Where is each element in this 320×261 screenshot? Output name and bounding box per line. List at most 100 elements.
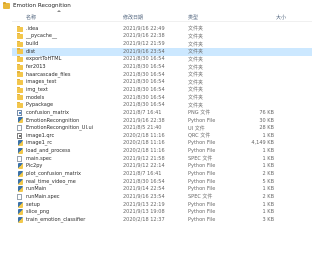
qrc-file-icon — [17, 132, 22, 139]
file-name: slice_png — [26, 209, 50, 216]
file-name: confusion_matrix — [26, 109, 69, 116]
file-row[interactable]: real_time_video_me 2021/8/30 16:54 Python … — [12, 178, 312, 186]
file-row[interactable]: image1.qrc 2020/2/18 11:16 QRC 文件 1 KB — [12, 132, 312, 140]
folder-icon — [17, 40, 23, 47]
file-row[interactable]: setup 2021/9/13 22:19 Python File 1 KB — [12, 201, 312, 209]
file-name: EmotionRecongnition — [26, 117, 80, 124]
python-file-icon — [17, 186, 23, 193]
file-type: 文件夹 — [188, 87, 204, 94]
file-type: 文件夹 — [188, 72, 204, 79]
folder-icon — [3, 1, 10, 9]
folder-row[interactable]: Pypackage 2021/8/30 16:54 文件夹 — [12, 101, 312, 109]
file-list: .idea 2021/9/16 22:49 文件夹 __pycache__ 2021/9… — [12, 25, 312, 224]
file-name: train_emotion_classifier — [26, 216, 86, 223]
file-name: runMain.spec — [26, 193, 60, 200]
file-row[interactable]: EmotionRecongnition 2021/9/16 22:38 Python… — [12, 117, 312, 125]
file-date: 2021/8/30 16:54 — [123, 79, 165, 86]
file-name: Pic2py — [26, 163, 43, 170]
file-date: 2021/9/14 22:54 — [123, 186, 165, 193]
column-header-name[interactable]: 名称 — [26, 14, 36, 21]
file-type: 文件夹 — [188, 79, 204, 86]
file-date: 2020/2/18 11:16 — [123, 140, 165, 147]
file-name: plot_confusion_matrix — [26, 170, 82, 177]
file-date: 2020/2/18 11:16 — [123, 148, 165, 155]
file-name: dist — [26, 48, 36, 55]
folder-row[interactable]: .idea 2021/9/16 22:49 文件夹 — [12, 25, 312, 33]
file-name: models — [26, 94, 45, 101]
file-type: SPEC 文件 — [188, 156, 213, 163]
python-file-icon — [17, 148, 23, 155]
file-row[interactable]: image1_rc 2020/2/18 11:16 Python File 4,149… — [12, 140, 312, 148]
file-type: PNG 文件 — [188, 110, 211, 117]
file-type: Python File — [188, 163, 216, 170]
file-row[interactable]: EmotionRecongnition_UI.ui 2021/8/5 21:40 U… — [12, 124, 312, 132]
file-type: 文件夹 — [188, 56, 204, 63]
file-type: UI 文件 — [188, 125, 205, 132]
file-size: 5 KB — [262, 178, 274, 185]
spec-file-icon — [17, 155, 22, 162]
column-header-size[interactable]: 大小 — [244, 14, 286, 21]
file-row[interactable]: main.spec 2021/9/12 21:58 SPEC 文件 1 KB — [12, 155, 312, 163]
folder-row[interactable]: build 2021/9/12 21:59 文件夹 — [12, 40, 312, 48]
sort-ascending-icon[interactable] — [57, 10, 61, 12]
file-size: 1 KB — [262, 186, 274, 193]
file-row[interactable]: slice_png 2021/9/13 19:08 Python File 1 KB — [12, 208, 312, 216]
file-size: 1 KB — [262, 163, 274, 170]
file-date: 2021/8/30 16:54 — [123, 178, 165, 185]
file-date: 2021/9/12 21:58 — [123, 155, 165, 162]
file-size: 1 KB — [262, 209, 274, 216]
file-row[interactable]: load_and_process 2020/2/18 11:16 Python Fi… — [12, 147, 312, 155]
folder-icon — [17, 78, 23, 85]
png-file-icon — [17, 109, 22, 116]
file-name: load_and_process — [26, 148, 71, 155]
file-name: image1.qrc — [26, 132, 55, 139]
file-type: Python File — [188, 117, 216, 124]
file-date: 2021/9/16 22:49 — [123, 25, 165, 32]
file-row[interactable]: train_emotion_classifier 2020/2/18 12:37 P… — [12, 216, 312, 224]
file-row[interactable]: runMain.spec 2021/9/16 23:54 SPEC 文件 2 KB — [12, 193, 312, 201]
python-file-icon — [17, 170, 23, 177]
python-file-icon — [17, 216, 23, 223]
python-file-icon — [17, 163, 23, 170]
file-size: 1 KB — [262, 132, 274, 139]
window-titlebar: Emotion Recognition — [0, 0, 320, 11]
file-size: 4,149 KB — [251, 140, 274, 147]
file-size: 3 KB — [262, 216, 274, 223]
file-date: 2021/8/30 16:54 — [123, 94, 165, 101]
column-header-date[interactable]: 修改日期 — [123, 14, 143, 21]
folder-row[interactable]: img_text 2021/8/30 16:54 文件夹 — [12, 86, 312, 94]
file-date: 2020/2/18 12:37 — [123, 216, 165, 223]
folder-icon — [17, 71, 23, 78]
file-name: runMain — [26, 186, 47, 193]
folder-icon — [17, 33, 23, 40]
column-header-type[interactable]: 类型 — [188, 14, 198, 21]
file-date: 2021/9/16 23:54 — [123, 193, 165, 200]
file-name: exportToHTML — [26, 56, 62, 63]
file-type: Python File — [188, 170, 216, 177]
file-name: images_test — [26, 79, 57, 86]
file-type: 文件夹 — [188, 49, 204, 56]
file-row[interactable]: Pic2py 2021/9/12 22:14 Python File 1 KB — [12, 163, 312, 171]
file-date: 2020/2/18 11:16 — [123, 132, 165, 139]
file-row[interactable]: plot_confusion_matrix 2021/8/7 16:41 Pytho… — [12, 170, 312, 178]
file-type: 文件夹 — [188, 64, 204, 71]
folder-icon — [17, 25, 23, 32]
file-name: real_time_video_me — [26, 178, 76, 185]
file-type: 文件夹 — [188, 102, 204, 109]
folder-row[interactable]: dist 2021/9/16 23:54 文件夹 — [12, 47, 312, 56]
folder-row[interactable]: fer2013 2021/8/30 16:54 文件夹 — [12, 63, 312, 71]
folder-row[interactable]: haarcascade_files 2021/8/30 16:54 文件夹 — [12, 71, 312, 79]
file-row[interactable]: runMain 2021/9/14 22:54 Python File 1 KB — [12, 185, 312, 193]
folder-row[interactable]: exportToHTML 2021/8/30 16:54 文件夹 — [12, 56, 312, 64]
file-size: 2 KB — [262, 193, 274, 200]
folder-row[interactable]: __pycache__ 2021/9/16 22:38 文件夹 — [12, 33, 312, 41]
file-name: Pypackage — [26, 102, 54, 109]
file-date: 2021/8/30 16:54 — [123, 56, 165, 63]
file-date: 2021/9/16 22:38 — [123, 33, 165, 40]
folder-row[interactable]: images_test 2021/8/30 16:54 文件夹 — [12, 78, 312, 86]
file-name: fer2013 — [26, 64, 46, 71]
column-header-row: 名称 修改日期 类型 大小 — [12, 10, 312, 22]
folder-row[interactable]: models 2021/8/30 16:54 文件夹 — [12, 94, 312, 102]
file-row[interactable]: confusion_matrix 2021/8/7 16:41 PNG 文件 76 K… — [12, 109, 312, 117]
window-title: Emotion Recognition — [13, 2, 71, 9]
